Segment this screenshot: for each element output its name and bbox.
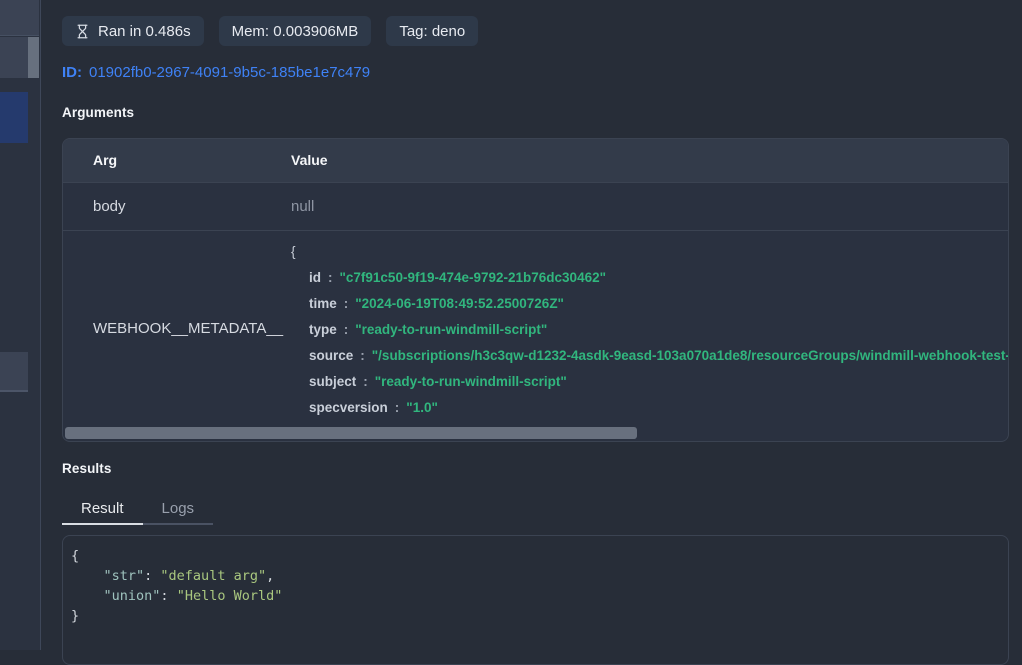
sidebar-list-item[interactable] [0,352,28,392]
json-open-brace: { [291,239,1008,265]
table-row: WEBHOOK__METADATA__ { id:"c7f91c50-9f19-… [63,231,1008,425]
arguments-title: Arguments [62,105,134,120]
sidebar-list-item[interactable] [0,0,39,36]
json-entry: source:"/subscriptions/h3c3qw-d1232-4asd… [291,343,1008,369]
results-title: Results [62,461,111,476]
json-entry: time:"2024-06-19T08:49:52.2500726Z" [291,291,1008,317]
run-badges: Ran in 0.486s Mem: 0.003906MB Tag: deno [62,16,478,46]
runtime-badge: Ran in 0.486s [62,16,204,46]
code-line: "str": "default arg", [71,566,1000,586]
tab-result[interactable]: Result [62,495,143,525]
results-tabs: Result Logs [62,495,213,525]
metadata-json: { id:"c7f91c50-9f19-474e-9792-21b76dc304… [291,231,1008,425]
job-id-line: ID: 01902fb0-2967-4091-9b5c-185be1e7c479 [62,64,370,81]
sidebar-scrollbar-thumb[interactable] [28,37,39,78]
json-entry: subject:"ready-to-run-windmill-script" [291,369,1008,395]
tag-badge: Tag: deno [386,16,478,46]
arg-value-null: null [291,183,1008,230]
column-header-arg: Arg [63,139,291,182]
code-line: "union": "Hello World" [71,586,1000,606]
hourglass-icon [75,24,90,39]
json-entry: id:"c7f91c50-9f19-474e-9792-21b76dc30462… [291,265,1008,291]
runtime-badge-label: Ran in 0.486s [98,23,191,40]
sidebar-item-selected[interactable] [0,92,28,143]
column-header-value: Value [291,139,1008,182]
json-entry: specversion:"1.0" [291,395,1008,421]
job-id-label: ID: [62,64,82,81]
json-entries: id:"c7f91c50-9f19-474e-9792-21b76dc30462… [291,265,1008,421]
memory-badge: Mem: 0.003906MB [219,16,372,46]
horizontal-scrollbar [64,426,1007,440]
sidebar-panel [0,0,41,650]
arg-name: body [63,183,291,230]
arguments-table: Arg Value body null WEBHOOK__METADATA__ … [62,138,1009,442]
job-id-value[interactable]: 01902fb0-2967-4091-9b5c-185be1e7c479 [89,64,370,81]
code-line: { [71,546,1000,566]
memory-badge-label: Mem: 0.003906MB [232,23,359,40]
result-json-viewer: { "str": "default arg", "union": "Hello … [62,535,1009,665]
table-row: body null [63,183,1008,231]
tag-badge-label: Tag: deno [399,23,465,40]
arguments-table-header: Arg Value [63,139,1008,183]
tab-logs[interactable]: Logs [143,495,214,525]
arg-name: WEBHOOK__METADATA__ [63,231,291,425]
horizontal-scrollbar-thumb[interactable] [65,427,637,439]
code-line: } [71,606,1000,626]
json-entry: type:"ready-to-run-windmill-script" [291,317,1008,343]
